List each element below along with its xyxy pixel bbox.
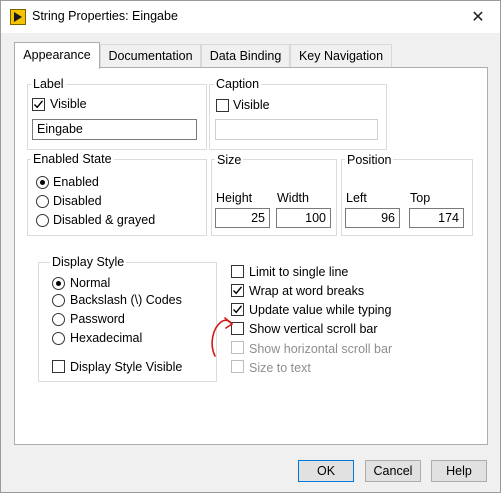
appearance-panel: Label Visible Eingabe Caption Visible En…: [14, 67, 488, 445]
caption-text-field[interactable]: [215, 119, 378, 140]
tab-label: Documentation: [108, 49, 193, 63]
checkmark-icon: [33, 100, 44, 109]
display-password-radio[interactable]: [52, 313, 65, 326]
position-group-title: Position: [345, 153, 394, 167]
display-password-label: Password: [70, 312, 125, 326]
label-group: [27, 84, 207, 150]
dialog-window: String Properties: Eingabe ✕ Appearance …: [0, 0, 501, 493]
checkmark-icon: [232, 286, 243, 295]
help-button[interactable]: Help: [431, 460, 487, 482]
display-backslash-radio[interactable]: [52, 294, 65, 307]
tab-label: Key Navigation: [298, 49, 384, 63]
labview-app-icon: [10, 9, 26, 25]
radio-dot: [56, 281, 61, 286]
display-backslash-label: Backslash (\) Codes: [70, 293, 182, 307]
height-field[interactable]: 25: [215, 208, 270, 228]
left-field[interactable]: 96: [345, 208, 400, 228]
disabled-grayed-radio-label: Disabled & grayed: [53, 213, 156, 227]
left-label: Left: [346, 191, 367, 205]
update-while-typing-label: Update value while typing: [249, 303, 392, 317]
top-field[interactable]: 174: [409, 208, 464, 228]
display-style-title: Display Style: [50, 255, 127, 269]
display-normal-label: Normal: [70, 276, 111, 290]
display-hexadecimal-radio[interactable]: [52, 332, 65, 345]
size-to-text-checkbox[interactable]: [231, 360, 244, 373]
close-icon[interactable]: ✕: [466, 5, 490, 29]
tab-label: Appearance: [23, 48, 91, 62]
caption-group-title: Caption: [214, 77, 262, 91]
tab-label: Data Binding: [209, 49, 282, 63]
annotation-arrow-icon: [211, 317, 233, 357]
display-normal-radio[interactable]: [52, 277, 65, 290]
limit-single-line-label: Limit to single line: [249, 265, 349, 279]
ok-button[interactable]: OK: [298, 460, 354, 482]
display-style-visible-label: Display Style Visible: [70, 360, 183, 374]
width-field[interactable]: 100: [276, 208, 331, 228]
disabled-radio-label: Disabled: [53, 194, 102, 208]
wrap-word-breaks-label: Wrap at word breaks: [249, 284, 365, 298]
label-text-field[interactable]: Eingabe: [32, 119, 197, 140]
label-visible-checkbox[interactable]: [32, 98, 45, 111]
window-title: String Properties: Eingabe: [32, 9, 178, 23]
size-to-text-label: Size to text: [249, 361, 311, 375]
radio-dot: [40, 180, 45, 185]
tab-key-navigation[interactable]: Key Navigation: [290, 44, 392, 67]
height-label: Height: [216, 191, 253, 205]
cancel-button[interactable]: Cancel: [365, 460, 421, 482]
horizontal-scroll-bar-label: Show horizontal scroll bar: [249, 342, 393, 356]
enabled-radio[interactable]: [36, 176, 49, 189]
tab-data-binding[interactable]: Data Binding: [201, 44, 290, 67]
display-style-visible-checkbox[interactable]: [52, 360, 65, 373]
limit-single-line-checkbox[interactable]: [231, 265, 244, 278]
wrap-word-breaks-checkbox[interactable]: [231, 284, 244, 297]
title-bar: String Properties: Eingabe ✕: [1, 1, 500, 33]
size-group-title: Size: [215, 153, 244, 167]
caption-visible-label: Visible: [233, 98, 270, 112]
enabled-state-title: Enabled State: [31, 152, 114, 166]
disabled-grayed-radio[interactable]: [36, 214, 49, 227]
caption-visible-checkbox[interactable]: [216, 99, 229, 112]
top-label: Top: [410, 191, 431, 205]
tab-documentation[interactable]: Documentation: [100, 44, 201, 67]
display-hexadecimal-label: Hexadecimal: [70, 331, 143, 345]
width-label: Width: [277, 191, 309, 205]
tab-appearance[interactable]: Appearance: [14, 42, 100, 69]
disabled-radio[interactable]: [36, 195, 49, 208]
label-visible-label: Visible: [50, 97, 87, 111]
vertical-scroll-bar-label: Show vertical scroll bar: [249, 322, 378, 336]
label-group-title: Label: [31, 77, 66, 91]
enabled-radio-label: Enabled: [53, 175, 99, 189]
caption-group: [209, 84, 387, 150]
